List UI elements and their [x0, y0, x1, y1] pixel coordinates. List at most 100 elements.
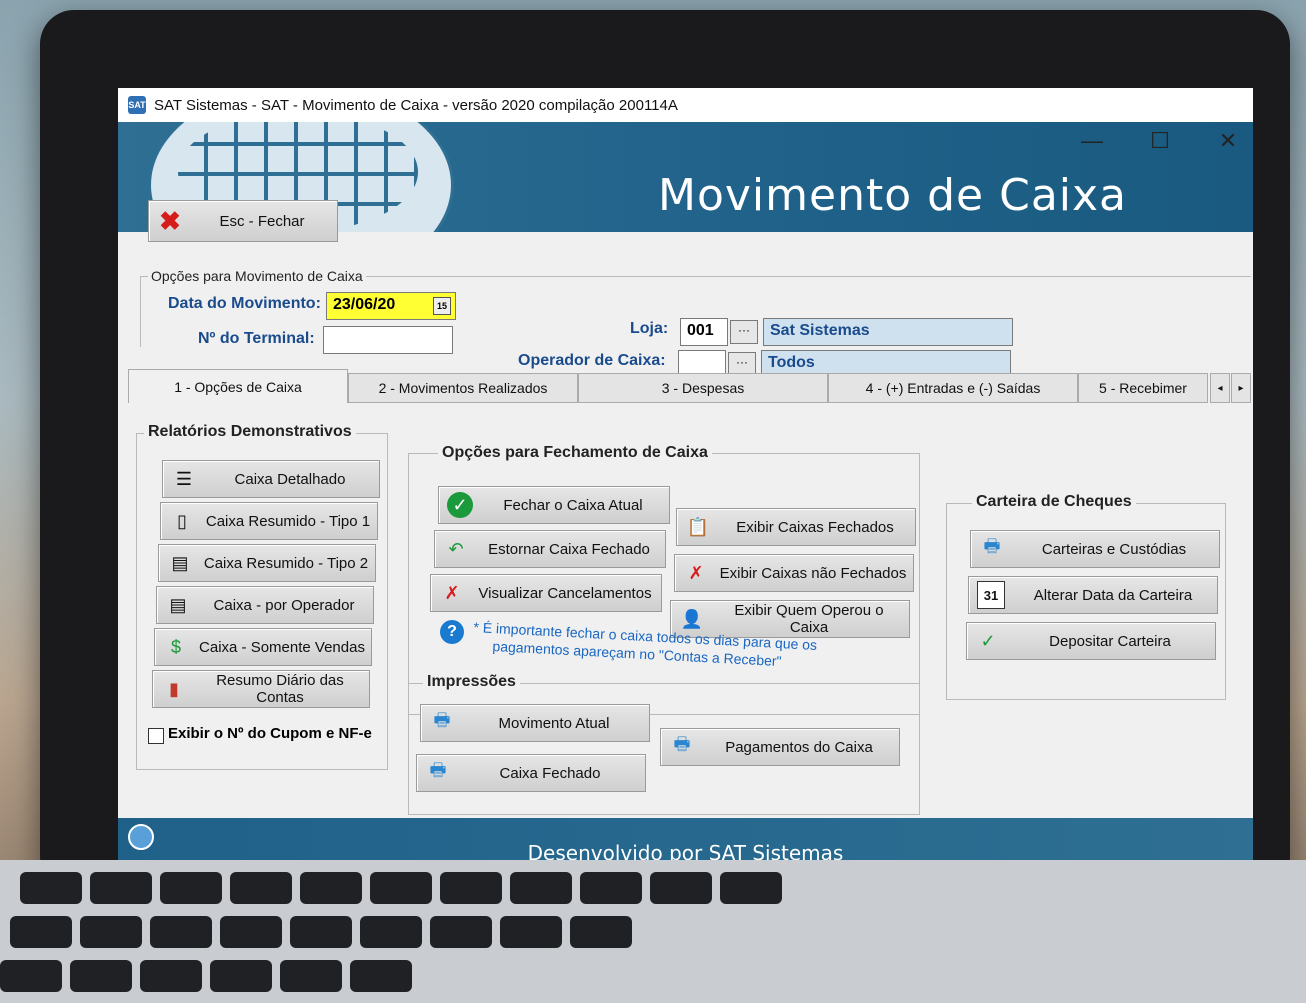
key	[300, 872, 362, 904]
tab-scroll-left[interactable]: ◂	[1210, 373, 1230, 403]
application-window: SAT SAT Sistemas - SAT - Movimento de Ca…	[118, 88, 1253, 888]
depositar-carteira-button[interactable]: ✓ Depositar Carteira	[966, 622, 1216, 660]
key	[500, 916, 562, 948]
printer-icon: 🖶	[433, 710, 451, 730]
key	[220, 916, 282, 948]
window-controls: — ☐ ✕	[1077, 128, 1243, 154]
key	[290, 916, 352, 948]
key	[570, 916, 632, 948]
undo-trash-icon: ↶	[448, 538, 464, 559]
key-row	[0, 872, 1306, 912]
caixa-detalhado-button[interactable]: ☰ Caixa Detalhado	[162, 460, 380, 498]
terminal-input[interactable]	[323, 326, 453, 354]
minimize-button[interactable]: —	[1077, 128, 1107, 154]
key	[10, 916, 72, 948]
fechar-caixa-button[interactable]: ✓ Fechar o Caixa Atual	[438, 486, 670, 524]
key	[0, 960, 62, 992]
tab-opcoes-caixa[interactable]: 1 - Opções de Caixa	[128, 369, 348, 403]
key	[140, 960, 202, 992]
cheques-title: Carteira de Cheques	[972, 493, 1136, 511]
tab-strip: 1 - Opções de Caixa 2 - Movimentos Reali…	[118, 369, 1253, 413]
title-bar: SAT SAT Sistemas - SAT - Movimento de Ca…	[118, 88, 1253, 122]
page-title: Movimento de Caixa	[658, 170, 1128, 221]
key	[280, 960, 342, 992]
terminal-label: Nº do Terminal:	[198, 330, 315, 347]
tab-recebimentos[interactable]: 5 - Recebimer	[1078, 373, 1208, 403]
visualizar-cancelamentos-button[interactable]: ✗ Visualizar Cancelamentos	[430, 574, 662, 612]
caixa-resumido-1-button[interactable]: ▯ Caixa Resumido - Tipo 1	[160, 502, 378, 540]
deposit-check-icon: ✓	[980, 630, 996, 651]
key	[150, 916, 212, 948]
key	[580, 872, 642, 904]
caixa-operador-button[interactable]: ▤ Caixa - por Operador	[156, 586, 374, 624]
alterar-data-carteira-button[interactable]: 31 Alterar Data da Carteira	[968, 576, 1218, 614]
document-icon: ▯	[177, 510, 187, 531]
printer-icon: 🖶	[983, 536, 1001, 556]
pagamentos-caixa-button[interactable]: 🖶 Pagamentos do Caixa	[660, 728, 900, 766]
loja-lookup-button[interactable]: ···	[730, 320, 758, 344]
key	[230, 872, 292, 904]
close-button[interactable]: ✖ Esc - Fechar	[148, 200, 338, 242]
close-window-button[interactable]: ✕	[1213, 128, 1243, 154]
key	[510, 872, 572, 904]
caixa-fechado-button[interactable]: 🖶 Caixa Fechado	[416, 754, 646, 792]
help-icon: ?	[440, 620, 464, 644]
tab-movimentos[interactable]: 2 - Movimentos Realizados	[348, 373, 578, 403]
key-row	[0, 916, 1306, 956]
options-group-label: Opções para Movimento de Caixa	[148, 268, 366, 284]
loja-name-field: Sat Sistemas	[763, 318, 1013, 346]
caixas-fechados-button[interactable]: 📋 Exibir Caixas Fechados	[676, 508, 916, 546]
relatorios-title: Relatórios Demonstrativos	[144, 423, 356, 441]
key	[20, 872, 82, 904]
key	[350, 960, 412, 992]
cupom-checkbox[interactable]	[148, 728, 164, 744]
document-icon: ▤	[169, 594, 187, 615]
key	[80, 916, 142, 948]
calendar-icon: 31	[977, 581, 1005, 609]
impressoes-title: Impressões	[423, 673, 520, 691]
key	[370, 872, 432, 904]
bar-chart-icon: ▮	[169, 678, 179, 699]
caixa-resumido-2-button[interactable]: ▤ Caixa Resumido - Tipo 2	[158, 544, 376, 582]
cancel-document-icon: ✗	[444, 582, 460, 603]
key-row	[0, 960, 1306, 1000]
resumo-diario-button[interactable]: ▮ Resumo Diário das Contas	[152, 670, 370, 708]
key	[70, 960, 132, 992]
data-movimento-label: Data do Movimento:	[168, 295, 321, 312]
movimento-atual-button[interactable]: 🖶 Movimento Atual	[420, 704, 650, 742]
caixa-vendas-button[interactable]: $ Caixa - Somente Vendas	[154, 628, 372, 666]
loja-code-input[interactable]: 001	[680, 318, 728, 346]
clipboard-x-icon: ✗	[688, 562, 704, 583]
printer-icon: 🖶	[673, 734, 691, 754]
caixas-nao-fechados-button[interactable]: ✗ Exibir Caixas não Fechados	[674, 554, 914, 592]
clipboard-check-icon: 📋	[686, 516, 710, 537]
key	[650, 872, 712, 904]
report-icon: ☰	[175, 468, 193, 489]
data-movimento-input[interactable]: 23/06/20 15	[326, 292, 456, 320]
globe-icon[interactable]	[128, 824, 154, 850]
maximize-button[interactable]: ☐	[1145, 128, 1175, 154]
money-report-icon: $	[170, 636, 181, 657]
cupom-checkbox-label: Exibir o Nº do Cupom e NF-e	[168, 725, 372, 742]
laptop-bezel: SAT SAT Sistemas - SAT - Movimento de Ca…	[40, 10, 1290, 890]
key	[430, 916, 492, 948]
key	[210, 960, 272, 992]
carteiras-custodias-button[interactable]: 🖶 Carteiras e Custódias	[970, 530, 1220, 568]
red-x-icon: ✖	[159, 205, 181, 236]
loja-label: Loja:	[630, 320, 669, 337]
tab-scroll-right[interactable]: ▸	[1231, 373, 1251, 403]
check-icon: ✓	[447, 492, 473, 518]
tab-despesas[interactable]: 3 - Despesas	[578, 373, 828, 403]
tab-entradas-saidas[interactable]: 4 - (+) Entradas e (-) Saídas	[828, 373, 1078, 403]
app-icon: SAT	[128, 96, 146, 114]
document-icon: ▤	[171, 552, 189, 573]
estornar-caixa-button[interactable]: ↶ Estornar Caixa Fechado	[434, 530, 666, 568]
key	[90, 872, 152, 904]
operador-label: Operador de Caixa:	[518, 352, 666, 369]
key	[440, 872, 502, 904]
printer-icon: 🖶	[429, 760, 447, 780]
calendar-icon[interactable]: 15	[433, 297, 451, 315]
key	[360, 916, 422, 948]
key	[720, 872, 782, 904]
keyboard	[0, 860, 1306, 1003]
